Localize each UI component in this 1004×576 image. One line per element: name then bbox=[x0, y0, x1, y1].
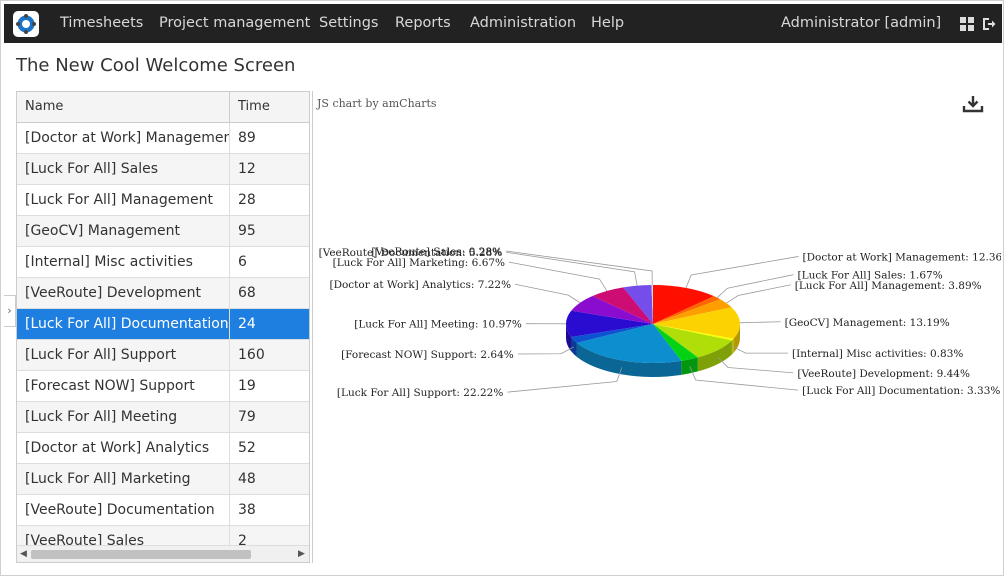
pie-leader-line bbox=[717, 356, 794, 374]
logout-icon[interactable] bbox=[982, 17, 996, 31]
cell-time: 28 bbox=[238, 192, 256, 208]
pie-leader-line bbox=[517, 346, 574, 355]
cell-time: 6 bbox=[238, 254, 247, 270]
pie-leader-line bbox=[506, 251, 638, 286]
cell-name: [Doctor at Work] Management bbox=[17, 123, 230, 153]
pie-label: [Internal] Misc activities: 0.83% bbox=[792, 348, 963, 360]
grid-rows: [Doctor at Work] Management 89 [Luck For A… bbox=[17, 123, 309, 557]
nav-reports[interactable]: Reports bbox=[395, 4, 451, 43]
page-title: The New Cool Welcome Screen bbox=[16, 55, 296, 76]
pie-leader-line bbox=[515, 283, 581, 304]
cell-time: 38 bbox=[238, 502, 256, 518]
scroll-left-icon[interactable]: ◀ bbox=[20, 549, 27, 559]
pie-leader-line bbox=[508, 261, 608, 292]
cell-name: [Luck For All] Support bbox=[17, 340, 230, 370]
table-row[interactable]: [Internal] Misc activities 6 bbox=[17, 247, 309, 278]
cell-name: [Luck For All] Documentation bbox=[17, 309, 230, 339]
nav-settings[interactable]: Settings bbox=[319, 4, 378, 43]
nav-project-management[interactable]: Project management bbox=[159, 4, 310, 43]
time-grid: Name Time [Doctor at Work] Management 89[… bbox=[16, 91, 310, 563]
pie-leader-line bbox=[739, 321, 781, 324]
user-menu[interactable]: Administrator [admin] bbox=[781, 4, 941, 43]
table-row[interactable]: [GeoCV] Management 95 bbox=[17, 216, 309, 247]
app-logo-icon[interactable] bbox=[13, 11, 39, 37]
cell-time: 89 bbox=[238, 130, 256, 146]
cell-name: [Doctor at Work] Analytics bbox=[17, 433, 230, 463]
cell-name: [Forecast NOW] Support bbox=[17, 371, 230, 401]
pie-leader-line bbox=[726, 284, 791, 304]
cell-time: 95 bbox=[238, 223, 256, 239]
chart-credit-link[interactable]: JS chart by amCharts bbox=[317, 97, 437, 110]
table-row[interactable]: [Doctor at Work] Management 89 bbox=[17, 123, 309, 154]
pie-leader-line bbox=[685, 256, 799, 289]
cell-name: [Luck For All] Sales bbox=[17, 154, 230, 184]
table-row[interactable]: [VeeRoute] Documentation 38 bbox=[17, 495, 309, 526]
table-row[interactable]: [Luck For All] Marketing 48 bbox=[17, 464, 309, 495]
cell-time: 24 bbox=[238, 316, 256, 332]
pie-label: [Luck For All] Meeting: 10.97% bbox=[354, 319, 522, 331]
nav-timesheets[interactable]: Timesheets bbox=[60, 4, 143, 43]
table-row[interactable]: [Forecast NOW] Support 19 bbox=[17, 371, 309, 402]
pie-leader-line bbox=[689, 366, 799, 391]
cell-name: [Luck For All] Meeting bbox=[17, 402, 230, 432]
nav-administration[interactable]: Administration bbox=[470, 4, 576, 43]
cell-name: [VeeRoute] Documentation bbox=[17, 495, 230, 525]
horizontal-scrollbar[interactable]: ◀ ▶ bbox=[17, 545, 309, 562]
cell-time: 12 bbox=[238, 161, 256, 177]
cell-time: 52 bbox=[238, 440, 256, 456]
scroll-right-icon[interactable]: ▶ bbox=[298, 549, 305, 559]
download-icon[interactable] bbox=[962, 95, 984, 113]
pie-label: [Doctor at Work] Analytics: 7.22% bbox=[329, 279, 511, 291]
apps-grid-icon[interactable] bbox=[960, 17, 974, 31]
sidebar-toggle-handle[interactable]: › bbox=[4, 295, 16, 327]
pie-label: [VeeRoute] Development: 9.44% bbox=[797, 368, 970, 380]
table-row[interactable]: [Luck For All] Meeting 79 bbox=[17, 402, 309, 433]
table-row[interactable]: [Luck For All] Documentation 24 bbox=[17, 309, 309, 340]
top-navbar: Timesheets Project management Settings R… bbox=[4, 4, 1002, 43]
pie-label: [Doctor at Work] Management: 12.36% bbox=[803, 251, 1001, 263]
cell-time: 68 bbox=[238, 285, 256, 301]
cell-time: 160 bbox=[238, 347, 265, 363]
table-row[interactable]: [Luck For All] Management 28 bbox=[17, 185, 309, 216]
cell-name: [Internal] Misc activities bbox=[17, 247, 230, 277]
table-row[interactable]: [Doctor at Work] Analytics 52 bbox=[17, 433, 309, 464]
cell-time: 48 bbox=[238, 471, 256, 487]
pie-label: [Luck For All] Documentation: 3.33% bbox=[802, 385, 1000, 397]
table-row[interactable]: [VeeRoute] Development 68 bbox=[17, 278, 309, 309]
pie-label: [VeeRoute] Sales: 0.28% bbox=[371, 246, 502, 258]
cell-time: 19 bbox=[238, 378, 256, 394]
pie-leader-line bbox=[732, 346, 788, 354]
scrollbar-thumb[interactable] bbox=[31, 550, 251, 559]
pie-leader-line bbox=[507, 367, 623, 393]
cell-name: [GeoCV] Management bbox=[17, 216, 230, 246]
pie-label: [Forecast NOW] Support: 2.64% bbox=[341, 349, 514, 361]
cell-time: 79 bbox=[238, 409, 256, 425]
cell-name: [VeeRoute] Development bbox=[17, 278, 230, 308]
pie-label: [GeoCV] Management: 13.19% bbox=[785, 317, 950, 329]
pie-leader-line bbox=[505, 250, 653, 286]
pie-chart: [Doctor at Work] Management: 12.36% [Luck… bbox=[319, 246, 1001, 399]
table-row[interactable]: [Luck For All] Support 160 bbox=[17, 340, 309, 371]
chevron-right-icon: › bbox=[7, 304, 12, 317]
nav-help[interactable]: Help bbox=[591, 4, 624, 43]
table-row[interactable]: [Luck For All] Sales 12 bbox=[17, 154, 309, 185]
column-header-time[interactable]: Time bbox=[230, 92, 309, 122]
grid-header: Name Time bbox=[17, 92, 309, 123]
pie-label: [Luck For All] Support: 22.22% bbox=[337, 387, 503, 399]
cell-name: [Luck For All] Marketing bbox=[17, 464, 230, 494]
cell-name: [Luck For All] Management bbox=[17, 185, 230, 215]
pie-label: [Luck For All] Management: 3.89% bbox=[795, 280, 982, 292]
column-header-name[interactable]: Name bbox=[17, 92, 230, 122]
